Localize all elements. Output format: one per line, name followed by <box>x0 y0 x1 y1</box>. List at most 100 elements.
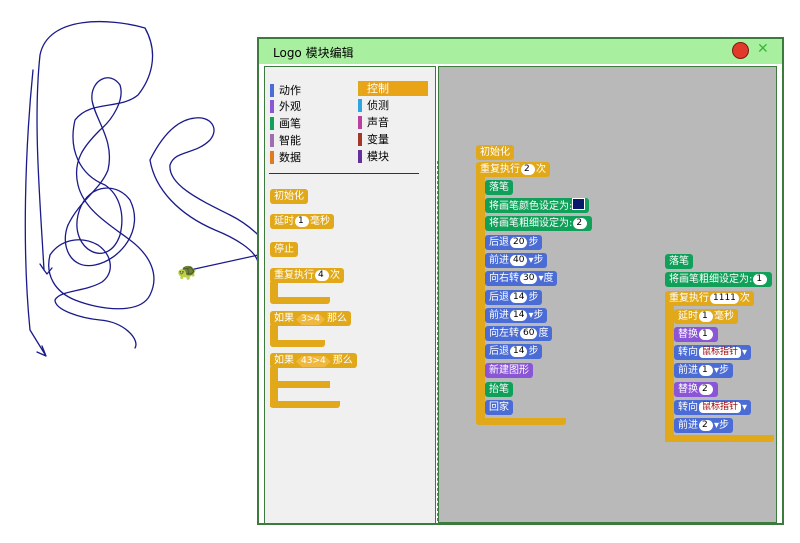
category-color-swatch <box>270 84 274 97</box>
steps-input[interactable]: 40 <box>510 255 528 266</box>
pen-trail-path <box>149 159 259 263</box>
script-canvas[interactable]: 初始化 重复执行 2 次 落笔 将画笔颜色设定为: 将画笔粗细设定为: 2 后退 20 步… <box>438 66 777 523</box>
block-label: 转向 <box>678 347 698 358</box>
if-condition[interactable]: 3>4 <box>296 314 325 325</box>
script2-swap1-block[interactable]: 替换 1 <box>674 327 718 342</box>
if-else-block-foot <box>270 401 340 408</box>
steps-input[interactable]: 2 <box>699 420 713 431</box>
block-label: 将画笔粗细设定为: <box>669 274 753 285</box>
block-label: 向右转 <box>489 273 519 284</box>
script2-wait-block[interactable]: 延时 1 毫秒 <box>674 309 738 324</box>
category-control[interactable]: 控制 <box>358 81 428 96</box>
palette-block-init[interactable]: 初始化 <box>270 189 308 204</box>
block-label: 步 <box>528 237 539 248</box>
repeat-input[interactable]: 4 <box>315 270 329 281</box>
category-pen[interactable]: 画笔 <box>270 116 330 131</box>
block-label: 重复执行 <box>669 293 709 304</box>
block-label: 后退 <box>489 237 509 248</box>
script2-point2-block[interactable]: 转向 鼠标指针 ▾ <box>674 400 752 415</box>
block-label: 步 <box>719 365 730 376</box>
script1-init-block[interactable]: 初始化 <box>476 145 514 160</box>
wait-input[interactable]: 1 <box>699 311 713 322</box>
block-label: 重复执行 <box>480 164 520 175</box>
pen-trail-path <box>48 77 155 310</box>
category-motion[interactable]: 动作 <box>270 83 330 98</box>
category-label: 侦测 <box>367 99 389 112</box>
point-target-dropdown[interactable]: 鼠标指针 <box>699 402 742 413</box>
palette-block-if-else[interactable]: 如果 43>4 那么 <box>270 353 357 368</box>
block-editor-window: Logo 模块编辑 ✕ 动作 控制 外观 侦测 画笔 声音 智能 变量 数据 模… <box>257 37 784 525</box>
steps-input[interactable]: 1 <box>699 365 713 376</box>
palette-block-wait[interactable]: 延时 1 毫秒 <box>270 214 334 229</box>
block-label: 后退 <box>489 292 509 303</box>
point-target-dropdown[interactable]: 鼠标指针 <box>699 347 742 358</box>
if-else-condition[interactable]: 43>4 <box>296 356 331 367</box>
width-input[interactable]: 1 <box>753 274 768 285</box>
if-else-block-middle <box>270 381 330 388</box>
script1-home-block[interactable]: 回家 <box>485 400 513 415</box>
palette-block-repeat[interactable]: 重复执行 4 次 <box>270 268 344 283</box>
script1-forward2-block[interactable]: 前进 14 ▾步 <box>485 308 548 323</box>
block-label: 转向 <box>678 402 698 413</box>
block-palette: 动作 控制 外观 侦测 画笔 声音 智能 变量 数据 模块 初始化 延时 1 毫秒 … <box>264 66 438 524</box>
repeat-input[interactable]: 2 <box>521 164 535 175</box>
palette-block-stop[interactable]: 停止 <box>270 242 298 257</box>
pen-trail-path <box>24 69 47 357</box>
block-label: 如果 <box>274 313 294 324</box>
steps-input[interactable]: 14 <box>510 346 528 357</box>
category-modules[interactable]: 模块 <box>358 149 418 164</box>
script1-back2-block[interactable]: 后退 14 步 <box>485 290 543 305</box>
category-smart[interactable]: 智能 <box>270 133 330 148</box>
script1-back3-block[interactable]: 后退 14 步 <box>485 344 543 359</box>
script2-set-width-block[interactable]: 将画笔粗细设定为: 1 <box>665 272 773 287</box>
costume-input[interactable]: 2 <box>699 384 713 395</box>
script1-pen-up-block[interactable]: 抬笔 <box>485 382 513 397</box>
script1-new-shape-block[interactable]: 新建图形 <box>485 363 533 378</box>
turtle-icon[interactable]: 🐢 <box>177 262 197 281</box>
block-label: 延时 <box>678 311 698 322</box>
chevron-down-icon[interactable]: ▾ <box>742 402 747 413</box>
pen-color-swatch[interactable] <box>572 198 586 210</box>
block-label: 那么 <box>327 313 347 324</box>
block-label: 替换 <box>678 329 698 340</box>
width-input[interactable]: 2 <box>573 218 588 229</box>
repeat-input[interactable]: 1111 <box>710 293 739 304</box>
script2-forward2-block[interactable]: 前进 2 ▾步 <box>674 418 734 433</box>
category-looks[interactable]: 外观 <box>270 99 330 114</box>
block-label: 延时 <box>274 216 294 227</box>
costume-input[interactable]: 1 <box>699 329 713 340</box>
script2-pen-down-block[interactable]: 落笔 <box>665 254 693 269</box>
category-sensing[interactable]: 侦测 <box>358 98 418 113</box>
steps-input[interactable]: 14 <box>510 292 528 303</box>
degrees-input[interactable]: 60 <box>520 328 538 339</box>
block-label: 落笔 <box>489 182 509 193</box>
script1-turn-left-block[interactable]: 向左转 60 度 <box>485 326 553 341</box>
block-label: 度 <box>538 328 549 339</box>
wait-input[interactable]: 1 <box>295 216 309 227</box>
script1-set-color-block[interactable]: 将画笔颜色设定为: <box>485 198 590 213</box>
window-titlebar[interactable]: Logo 模块编辑 ✕ <box>259 39 782 64</box>
script1-forward1-block[interactable]: 前进 40 ▾步 <box>485 253 548 268</box>
script1-back1-block[interactable]: 后退 20 步 <box>485 235 543 250</box>
script2-forward1-block[interactable]: 前进 1 ▾步 <box>674 363 734 378</box>
script1-set-width-block[interactable]: 将画笔粗细设定为: 2 <box>485 216 593 231</box>
close-icon[interactable] <box>732 42 749 59</box>
script2-point1-block[interactable]: 转向 鼠标指针 ▾ <box>674 345 752 360</box>
if-block-foot <box>270 340 325 347</box>
script1-turn-right-block[interactable]: 向右转 30 ▾度 <box>485 271 558 286</box>
category-variables[interactable]: 变量 <box>358 132 418 147</box>
steps-input[interactable]: 20 <box>510 237 528 248</box>
chevron-down-icon[interactable]: ▾ <box>742 347 747 358</box>
block-label: 次 <box>739 293 750 304</box>
script2-repeat-block[interactable]: 重复执行 1111 次 <box>665 291 754 306</box>
category-data[interactable]: 数据 <box>270 150 330 165</box>
degrees-input[interactable]: 30 <box>520 273 538 284</box>
maximize-icon[interactable]: ✕ <box>757 41 769 57</box>
palette-block-if[interactable]: 如果 3>4 那么 <box>270 311 351 326</box>
steps-input[interactable]: 14 <box>510 310 528 321</box>
script2-swap2-block[interactable]: 替换 2 <box>674 382 718 397</box>
block-label: 毫秒 <box>310 216 330 227</box>
script1-repeat-block[interactable]: 重复执行 2 次 <box>476 162 550 177</box>
category-sound[interactable]: 声音 <box>358 115 418 130</box>
script1-pen-down-block[interactable]: 落笔 <box>485 180 513 195</box>
